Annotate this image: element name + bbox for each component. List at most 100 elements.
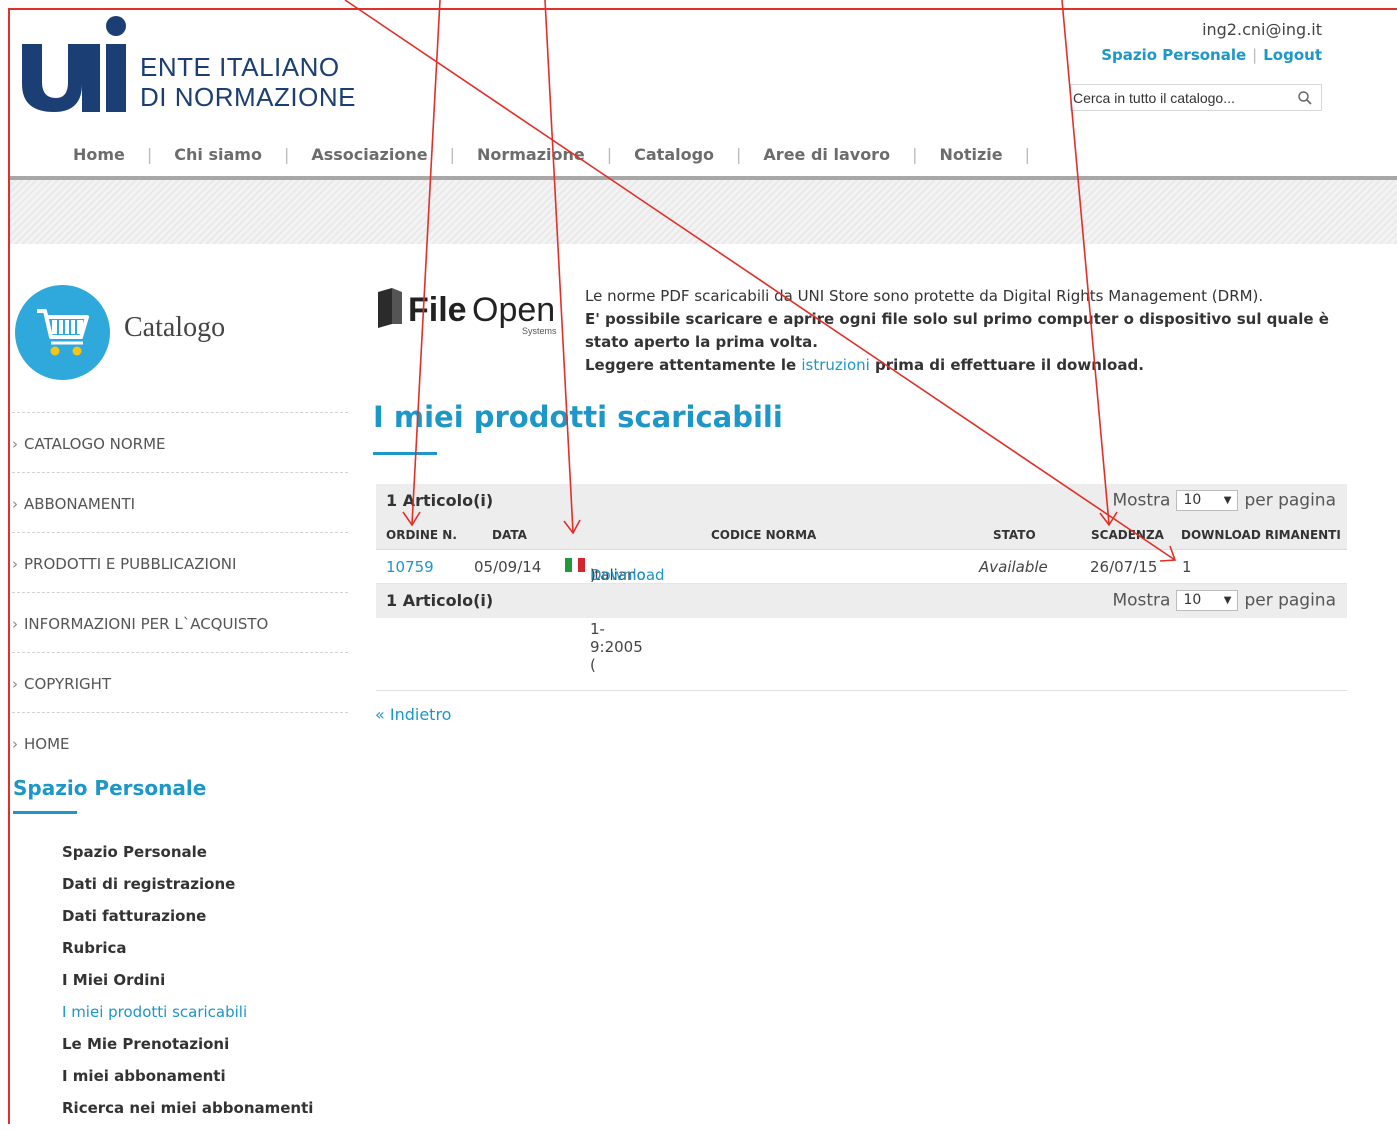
- status-value: Available: [979, 558, 1048, 576]
- fileopen-logo: File Open Systems: [378, 288, 557, 336]
- logout-link[interactable]: Logout: [1263, 46, 1322, 64]
- sidebar-item-label: HOME: [24, 735, 70, 753]
- sidebar-menu: › CATALOGO NORME › ABBONAMENTI › PRODOTTI E…: [12, 412, 348, 772]
- logo-line-1: ENTE ITALIANO: [140, 52, 340, 82]
- notice-line-3: Leggere attentamente le istruzioni prima…: [585, 354, 1345, 377]
- table-header: ORDINE N. DATA CODICE NORMA STATO SCADEN…: [376, 518, 1347, 550]
- nav-catalogo[interactable]: Catalogo: [634, 145, 714, 164]
- istruzioni-link[interactable]: istruzioni: [801, 356, 869, 374]
- col-ordine: ORDINE N.: [386, 528, 457, 542]
- table-toolbar-bottom: 1 Articolo(i) Mostra 10 ▼ per pagina: [376, 584, 1347, 618]
- downloads-remaining: 1: [1182, 558, 1192, 576]
- item-count: 1 Articolo(i): [386, 591, 494, 610]
- search-icon[interactable]: [1297, 90, 1313, 106]
- content-divider: [376, 690, 1347, 691]
- chevron-right-icon: ›: [12, 435, 18, 453]
- order-number-link[interactable]: 10759: [386, 558, 434, 576]
- show-label: Mostra: [1112, 590, 1171, 611]
- table-row: 10759 05/09/14 Italiano UNI EN 1993-1-9:…: [376, 550, 1347, 674]
- annotation-arrow: [344, 0, 1176, 561]
- title-underline: [373, 452, 437, 455]
- order-date: 05/09/14: [474, 558, 542, 576]
- norm-code-close: ): [590, 566, 596, 584]
- sidebar-item-abbonamenti[interactable]: › ABBONAMENTI: [12, 472, 348, 532]
- nav-aree-di-lavoro[interactable]: Aree di lavoro: [763, 145, 890, 164]
- user-email: ing2.cni@ing.it: [1202, 20, 1322, 39]
- logo-line-2: DI NORMAZIONE: [140, 82, 356, 112]
- fileopen-logo-sub: Systems: [522, 326, 557, 336]
- sidebar-item-informazioni[interactable]: › INFORMAZIONI PER L`ACQUISTO: [12, 592, 348, 652]
- fileopen-logo-light: Open: [472, 291, 555, 329]
- chevron-right-icon: ›: [12, 675, 18, 693]
- sp-link-prenotazioni[interactable]: Le Mie Prenotazioni: [62, 1035, 313, 1067]
- sidebar-item-label: PRODOTTI E PUBBLICAZIONI: [24, 555, 237, 573]
- sidebar-item-label: ABBONAMENTI: [24, 495, 136, 513]
- nav-chi-siamo[interactable]: Chi siamo: [174, 145, 262, 164]
- per-page-select[interactable]: 10 ▼: [1176, 590, 1239, 611]
- nav-home[interactable]: Home: [73, 145, 125, 164]
- catalog-title: Catalogo: [124, 312, 226, 343]
- sp-link-miei-ordini[interactable]: I Miei Ordini: [62, 971, 313, 1003]
- user-links: Spazio Personale | Logout: [1101, 46, 1322, 64]
- chevron-right-icon: ›: [12, 615, 18, 633]
- sidebar-item-home[interactable]: › HOME: [12, 712, 348, 772]
- table-toolbar-top: 1 Articolo(i) Mostra 10 ▼ per pagina: [376, 484, 1347, 518]
- item-count: 1 Articolo(i): [386, 491, 494, 510]
- spazio-personale-title: Spazio Personale: [13, 776, 207, 800]
- nav-notizie[interactable]: Notizie: [939, 145, 1002, 164]
- notice-line-3-pre: Leggere attentamente le: [585, 356, 802, 374]
- sp-link-spazio-personale[interactable]: Spazio Personale: [62, 843, 313, 875]
- dropdown-arrow-icon: ▼: [1223, 595, 1232, 606]
- nav-separator: |: [912, 145, 918, 164]
- nav-normazione[interactable]: Normazione: [477, 145, 585, 164]
- nav-separator: |: [146, 145, 153, 164]
- nav-separator: |: [736, 145, 742, 164]
- sp-link-dati-fatturazione[interactable]: Dati fatturazione: [62, 907, 313, 939]
- nav-associazione[interactable]: Associazione: [311, 145, 427, 164]
- sp-link-prodotti-scaricabili[interactable]: I miei prodotti scaricabili: [62, 1003, 313, 1035]
- logo-text: ENTE ITALIANO DI NORMAZIONE: [140, 52, 356, 112]
- search-input[interactable]: [1073, 87, 1288, 108]
- annotation-arrow: [411, 0, 441, 525]
- per-page-value: 10: [1183, 592, 1202, 608]
- col-download-rimanenti: DOWNLOAD RIMANENTI: [1181, 528, 1341, 542]
- uni-logo[interactable]: [20, 14, 130, 114]
- title-underline: [13, 811, 77, 814]
- spazio-personale-links: Spazio Personale Dati di registrazione D…: [62, 843, 313, 1131]
- nav-separator: |: [606, 145, 613, 164]
- sp-link-abbonamenti[interactable]: I miei abbonamenti: [62, 1067, 313, 1099]
- catalog-badge: [15, 285, 110, 380]
- col-codice-norma: CODICE NORMA: [711, 528, 817, 542]
- main-nav: Home | Chi siamo | Associazione | Normazione | C…: [73, 145, 1052, 164]
- sidebar-item-copyright[interactable]: › COPYRIGHT: [12, 652, 348, 712]
- sp-link-dati-registrazione[interactable]: Dati di registrazione: [62, 875, 313, 907]
- drm-notice: Le norme PDF scaricabili da UNI Store so…: [585, 285, 1345, 377]
- col-scadenza: SCADENZA: [1091, 528, 1164, 542]
- chevron-right-icon: ›: [12, 735, 18, 753]
- sp-link-ricerca-abbonamenti[interactable]: Ricerca nei miei abbonamenti: [62, 1099, 313, 1131]
- fileopen-logo-bold: File: [408, 291, 467, 329]
- back-link[interactable]: « Indietro: [375, 705, 451, 724]
- annotation-arrow: [544, 0, 574, 533]
- header-band: [10, 176, 1397, 244]
- per-page-select[interactable]: 10 ▼: [1176, 490, 1239, 511]
- per-page-value: 10: [1183, 492, 1202, 508]
- per-page-label: per pagina: [1244, 590, 1336, 611]
- chevron-right-icon: ›: [12, 495, 18, 513]
- italy-flag-icon: [565, 558, 586, 572]
- notice-line-2: E' possibile scaricare e aprire ogni fil…: [585, 310, 1329, 351]
- search-box: [1070, 84, 1322, 111]
- notice-line-3-post: prima di effettuare il download.: [869, 356, 1144, 374]
- expiry-date: 26/07/15: [1090, 558, 1158, 576]
- page-title: I miei prodotti scaricabili: [373, 400, 783, 434]
- chevron-right-icon: ›: [12, 555, 18, 573]
- sidebar-item-catalogo-norme[interactable]: › CATALOGO NORME: [12, 412, 348, 472]
- sp-link-rubrica[interactable]: Rubrica: [62, 939, 313, 971]
- col-stato: STATO: [993, 528, 1036, 542]
- nav-separator: |: [449, 145, 455, 164]
- sidebar-item-prodotti[interactable]: › PRODOTTI E PUBBLICAZIONI: [12, 532, 348, 592]
- spazio-personale-link[interactable]: Spazio Personale: [1101, 46, 1246, 64]
- pager: Mostra 10 ▼ per pagina: [1112, 490, 1336, 511]
- link-separator: |: [1252, 46, 1258, 64]
- cart-icon: [37, 309, 89, 356]
